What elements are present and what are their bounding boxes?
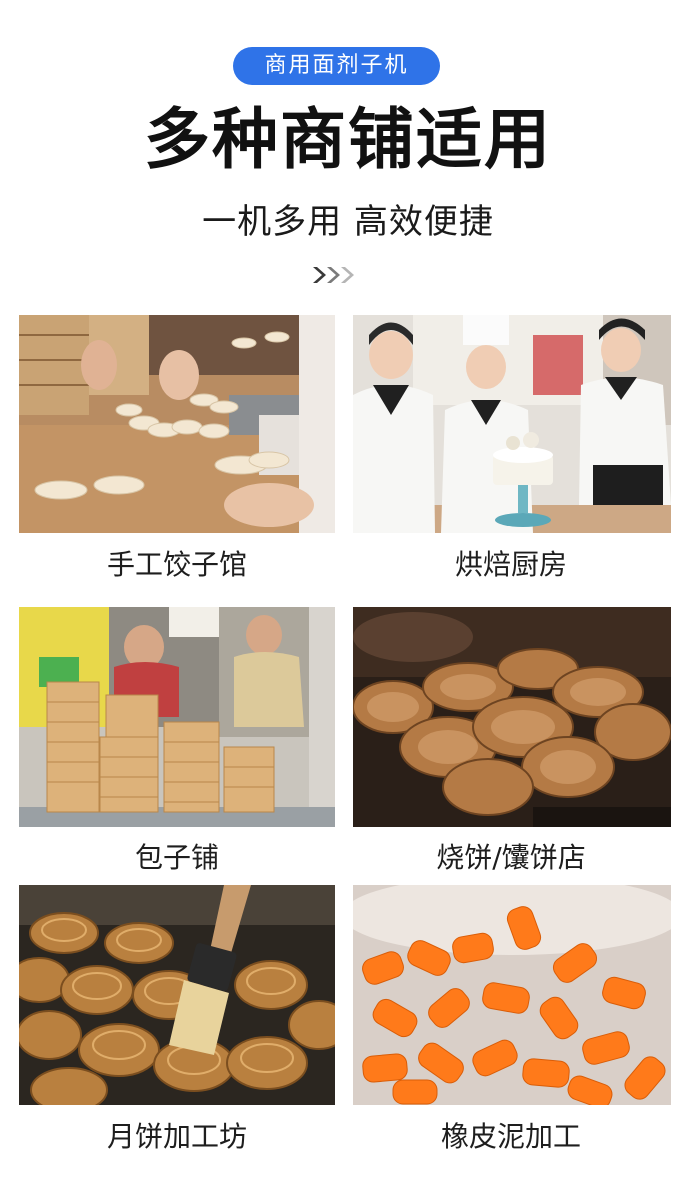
page-title: 多种商铺适用 bbox=[144, 101, 552, 178]
scenario-caption: 手工饺子馆 bbox=[106, 548, 247, 581]
bakery-kitchen-photo bbox=[353, 315, 671, 533]
scenario-caption: 烧饼/馕饼店 bbox=[436, 841, 586, 874]
page-subtitle: 一机多用 高效便捷 bbox=[202, 202, 494, 242]
scenario-caption: 月饼加工坊 bbox=[106, 1120, 247, 1153]
product-badge: 商用面剂子机 bbox=[233, 47, 440, 85]
plasticine-processing-photo bbox=[353, 885, 671, 1105]
bun-shop-photo bbox=[19, 607, 335, 827]
mooncake-workshop-photo bbox=[19, 885, 335, 1105]
scenario-caption: 烘焙厨房 bbox=[454, 548, 567, 581]
scenario-caption: 橡皮泥加工 bbox=[440, 1120, 581, 1153]
chevrons-right-icon bbox=[313, 267, 354, 283]
flatbread-shop-photo bbox=[353, 607, 671, 827]
dumpling-shop-photo bbox=[19, 315, 335, 533]
scenario-caption: 包子铺 bbox=[134, 841, 219, 874]
